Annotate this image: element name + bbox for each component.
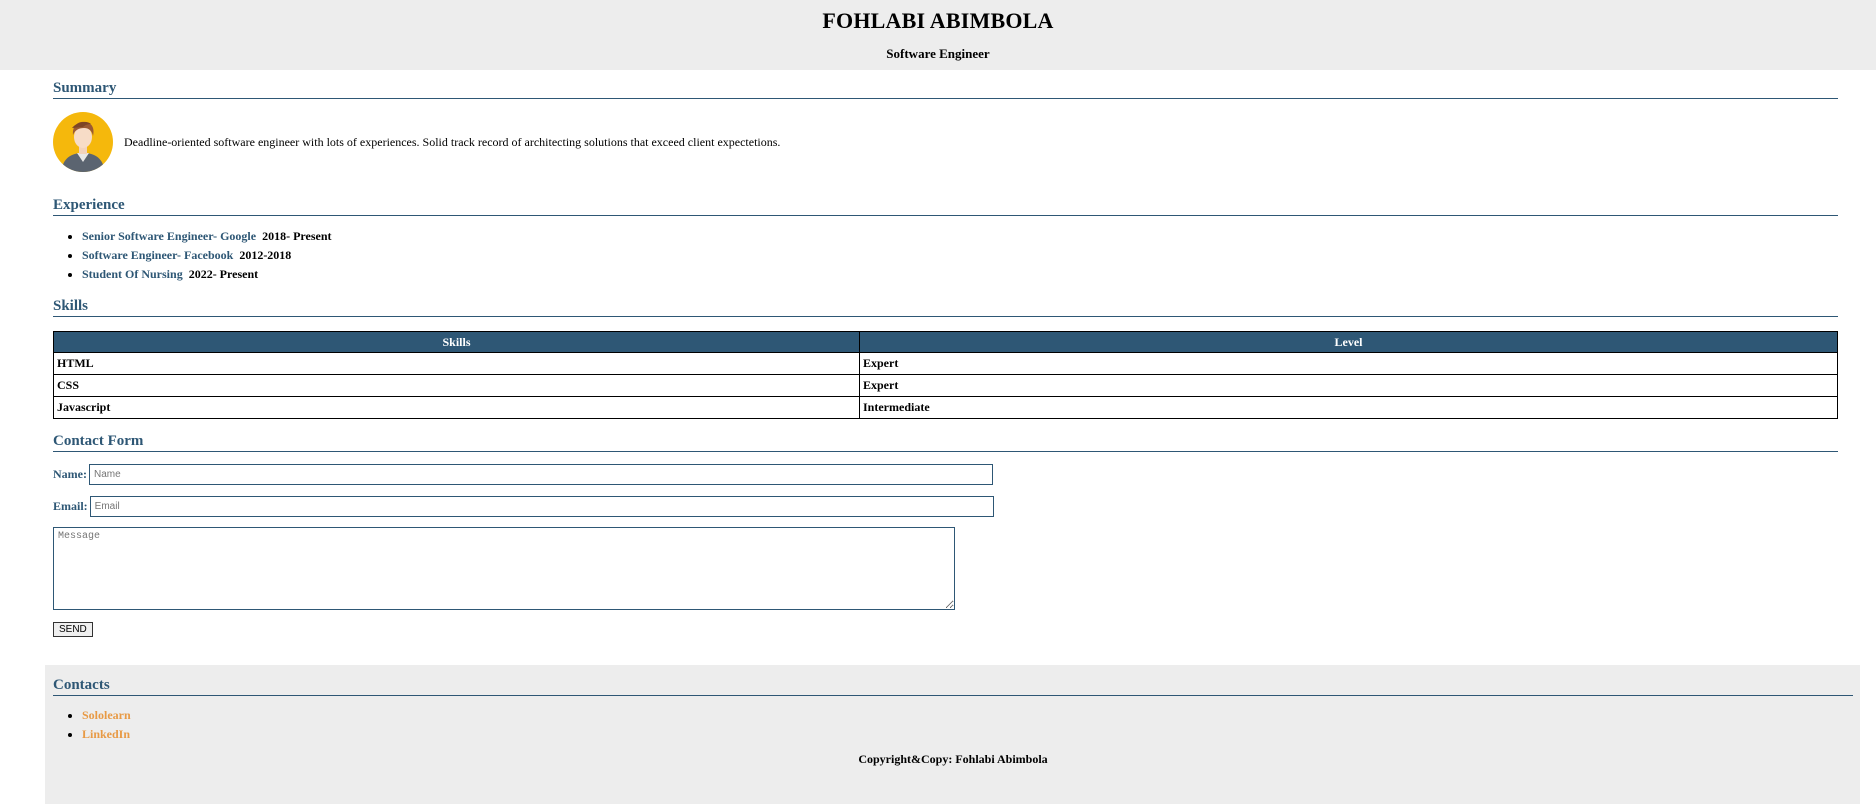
name-label: Name: [53, 467, 87, 481]
email-label: Email: [53, 499, 88, 513]
skill-level: Expert [859, 374, 1838, 397]
experience-list: Senior Software Engineer- Google 2018- Pr… [53, 227, 1838, 284]
list-item: Software Engineer- Facebook 2012-2018 [82, 246, 1838, 265]
name-field[interactable] [88, 464, 993, 485]
column-header-level: Level [859, 331, 1838, 353]
table-row: CSS Expert [53, 374, 1838, 397]
footer-inner: Contacts Sololearn LinkedIn Copyright&Co… [53, 677, 1853, 767]
experience-role: Student Of Nursing [82, 267, 183, 281]
skill-name: Javascript [53, 396, 860, 419]
email-row: Email: [53, 496, 1838, 517]
copyright-text: Copyright&Copy: Fohlabi Abimbola [858, 752, 1048, 766]
column-header-skills: Skills [53, 331, 860, 353]
list-item: Senior Software Engineer- Google 2018- Pr… [82, 227, 1838, 246]
skill-name: HTML [53, 352, 860, 375]
table-row: HTML Expert [53, 352, 1838, 375]
person-avatar-icon [53, 112, 113, 172]
message-field[interactable] [53, 527, 955, 610]
summary-heading: Summary [53, 80, 1838, 99]
experience-years: 2022- Present [188, 267, 259, 281]
skills-table: Skills Level HTML Expert CSS Expert Java… [53, 331, 1838, 419]
skills-heading: Skills [53, 298, 1838, 317]
email-field[interactable] [89, 496, 994, 517]
sololearn-link[interactable]: Sololearn [82, 708, 131, 722]
page-header: FOHLABI ABIMBOLA Software Engineer [0, 0, 1876, 70]
list-item: Student Of Nursing 2022- Present [82, 265, 1838, 284]
page-title: FOHLABI ABIMBOLA [822, 8, 1054, 33]
experience-role: Senior Software Engineer- Google [82, 229, 257, 243]
experience-years: 2018- Present [262, 229, 332, 243]
name-row: Name: [53, 464, 1838, 485]
experience-heading: Experience [53, 197, 1838, 216]
list-item: LinkedIn [82, 725, 1853, 744]
send-button[interactable]: SEND [53, 622, 93, 637]
skill-name: CSS [53, 374, 860, 397]
main-content: Summary Deadline-oriented software engin… [53, 80, 1838, 637]
list-item: Sololearn [82, 706, 1853, 725]
linkedin-link[interactable]: LinkedIn [82, 727, 130, 741]
experience-years: 2012-2018 [239, 248, 292, 262]
skill-level: Expert [859, 352, 1838, 375]
skill-level: Intermediate [859, 396, 1838, 419]
footer: Contacts Sololearn LinkedIn Copyright&Co… [45, 665, 1860, 804]
summary-text: Deadline-oriented software engineer with… [124, 134, 781, 149]
experience-role: Software Engineer- Facebook [82, 248, 234, 262]
summary-row: Deadline-oriented software engineer with… [53, 112, 1838, 172]
table-row: Javascript Intermediate [53, 396, 1838, 419]
contacts-list: Sololearn LinkedIn [53, 706, 1853, 744]
page-subtitle: Software Engineer [886, 46, 990, 61]
contact-form-heading: Contact Form [53, 433, 1838, 452]
table-header-row: Skills Level [53, 331, 1838, 353]
contacts-heading: Contacts [53, 677, 1853, 696]
